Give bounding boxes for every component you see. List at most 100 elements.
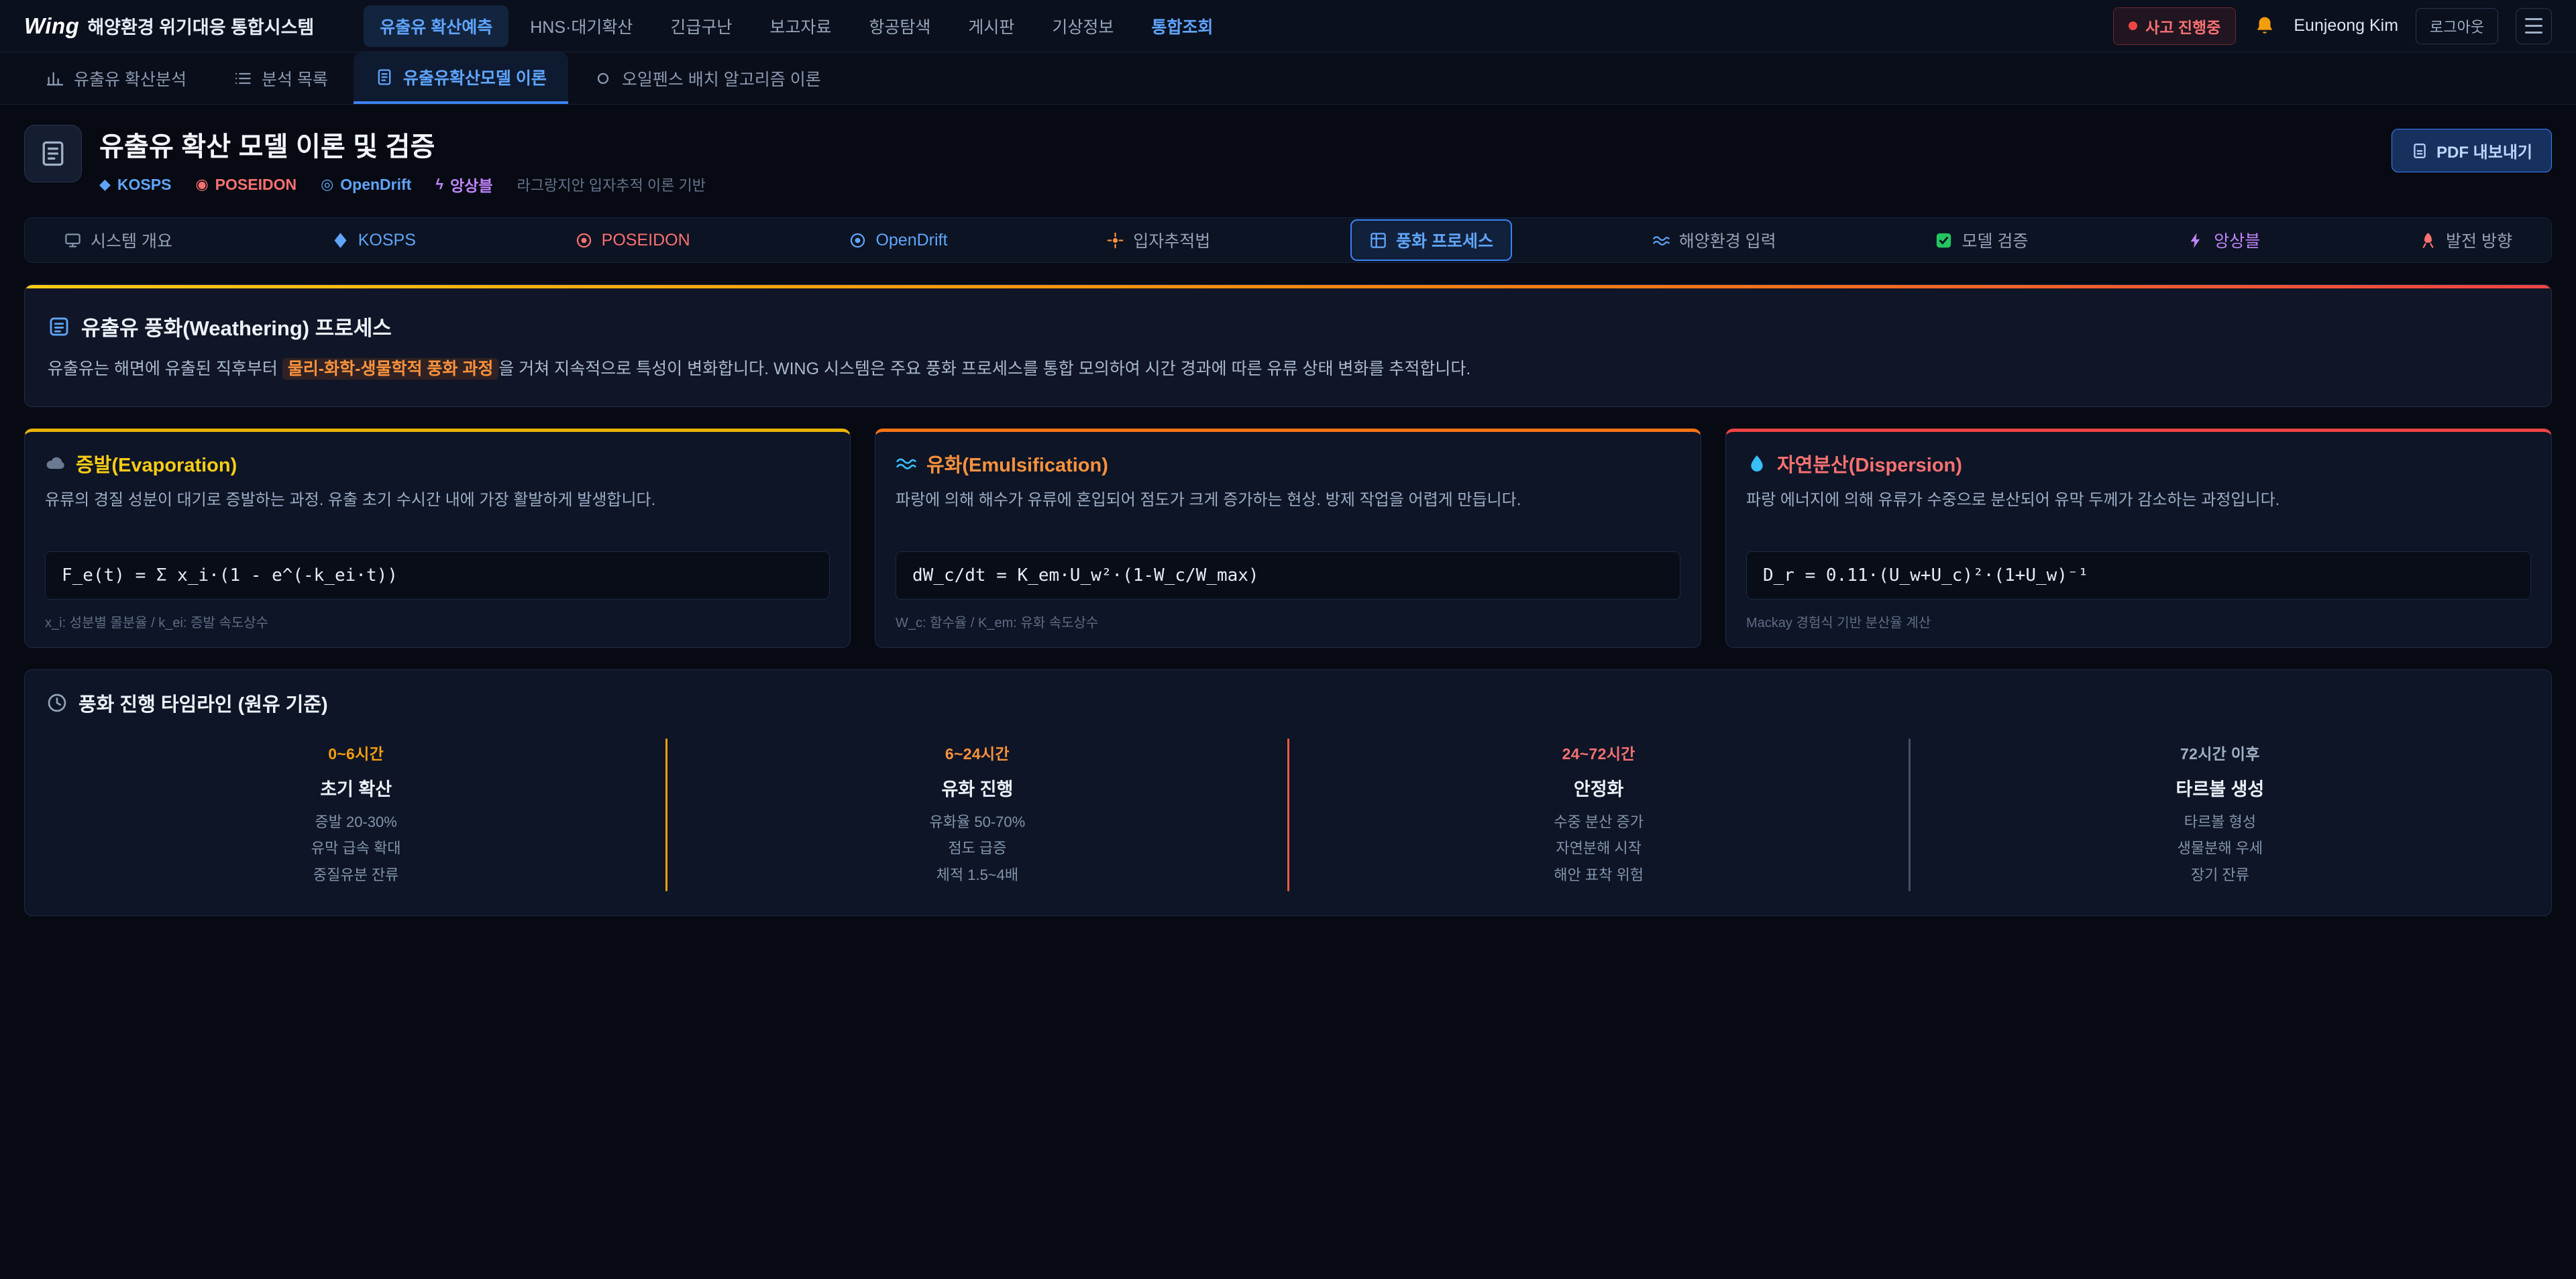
weathering-description: 유출유는 해면에 유출된 직후부터 물리-화학-생물학적 풍화 과정을 거쳐 지… [48, 356, 2528, 382]
tab-opendrift[interactable]: OpenDrift [830, 222, 966, 259]
list-icon [233, 69, 252, 88]
circle-dot-icon [575, 231, 593, 249]
particle-target-icon [1106, 231, 1124, 249]
nav-item-board[interactable]: 게시판 [952, 5, 1030, 47]
timeline-phase-item: 생물분해 우세 [1919, 835, 2522, 862]
page-title-block: 유출유 확산 모델 이론 및 검증 ◆ KOSPS ◉ POSEIDON ◎ O… [99, 125, 706, 196]
page-title: 유출유 확산 모델 이론 및 검증 [99, 125, 706, 164]
process-card-note: x_i: 성분별 몰분율 / k_ei: 증발 속도상수 [45, 612, 830, 631]
weathering-section-title-row: 유출유 풍화(Weathering) 프로세스 [48, 311, 2528, 341]
tab-marine-environment-input[interactable]: 해양환경 입력 [1633, 219, 1795, 261]
notification-bell-button[interactable] [2253, 15, 2276, 38]
timeline-phase-initial-spread: 0~6시간 초기 확산 증발 20-30% 유막 급속 확대 중질유분 잔류 [46, 737, 665, 893]
main-content: 유출유 확산 모델 이론 및 검증 ◆ KOSPS ◉ POSEIDON ◎ O… [0, 105, 2576, 916]
process-card-note: Mackay 경험식 기반 분산율 계산 [1746, 612, 2531, 631]
hamburger-menu-button[interactable] [2516, 8, 2552, 44]
timeline-phase-name: 타르볼 생성 [1919, 775, 2522, 801]
tab-system-overview[interactable]: 시스템 개요 [45, 219, 191, 261]
nav-item-hns-air-diffusion[interactable]: HNS·대기확산 [514, 5, 649, 47]
page-subtitle: 라그랑지안 입자추적 이론 기반 [517, 174, 705, 195]
subtab-oil-fence-algorithm[interactable]: 오일펜스 배치 알고리즘 이론 [572, 52, 843, 104]
sub-tab-bar: 유출유 확산분석 분석 목록 유출유확산모델 이론 오일펜스 배치 알고리즘 이… [0, 52, 2576, 105]
chart-icon [46, 69, 64, 88]
timeline-phase-emulsification: 6~24시간 유화 진행 유화율 50-70% 점도 급증 체적 1.5~4배 [667, 737, 1287, 893]
check-square-icon [1935, 231, 1953, 249]
timeline-phase-item: 수중 분산 증가 [1297, 809, 1900, 836]
document-icon [38, 139, 68, 168]
rocket-icon [2419, 231, 2437, 249]
nav-item-integrated-search[interactable]: 통합조회 [1135, 5, 1229, 47]
tab-particle-tracking[interactable]: 입자추적법 [1087, 219, 1229, 261]
book-icon [375, 68, 394, 87]
timeline-phase-item: 자연분해 시작 [1297, 835, 1900, 862]
diamond-icon [331, 231, 350, 249]
weathering-section-title: 유출유 풍화(Weathering) 프로세스 [81, 311, 392, 341]
timeline-phase-item: 중질유분 잔류 [54, 862, 657, 889]
tab-label: 풍화 프로세스 [1396, 228, 1493, 252]
model-badge-row: ◆ KOSPS ◉ POSEIDON ◎ OpenDrift ϟ 앙상블 라그랑… [99, 173, 706, 196]
incident-status-badge[interactable]: 사고 진행중 [2113, 7, 2236, 45]
user-name[interactable]: Eunjeong Kim [2294, 16, 2398, 36]
subtab-model-theory[interactable]: 유출유확산모델 이론 [354, 52, 568, 104]
nav-item-reports[interactable]: 보고자료 [753, 5, 847, 47]
process-card-desc: 유류의 경질 성분이 대기로 증발하는 과정. 유출 초기 수시간 내에 가장 … [45, 488, 830, 538]
subtab-spill-analysis[interactable]: 유출유 확산분석 [24, 52, 208, 104]
tab-label: POSEIDON [602, 231, 690, 250]
subtab-label: 유출유확산모델 이론 [403, 65, 547, 89]
logout-button[interactable]: 로그아웃 [2416, 8, 2498, 44]
badge-kosps: ◆ KOSPS [99, 176, 171, 194]
timeline-phase-time: 24~72시간 [1297, 741, 1900, 764]
tab-ensemble[interactable]: 앙상블 [2168, 219, 2279, 261]
tab-poseidon[interactable]: POSEIDON [556, 222, 709, 259]
process-card-title: 증발(Evaporation) [76, 449, 237, 478]
subtab-analysis-list[interactable]: 분석 목록 [212, 52, 350, 104]
nav-item-oil-spill-prediction[interactable]: 유출유 확산예측 [364, 5, 508, 47]
pdf-icon [2411, 142, 2428, 160]
tab-label: 해양환경 입력 [1679, 228, 1776, 252]
grid-chart-icon [1369, 231, 1387, 249]
droplet-icon [1746, 453, 1768, 474]
process-card-emulsification: 유화(Emulsification) 파랑에 의해 해수가 유류에 혼입되어 점… [875, 429, 1701, 648]
wave-icon [1652, 231, 1670, 249]
timeline-phase-item: 체적 1.5~4배 [676, 862, 1279, 889]
tab-label: 시스템 개요 [91, 228, 172, 252]
logo-wing-text: Wing [24, 13, 79, 39]
app-logo: Wing 해양환경 위기대응 통합시스템 [24, 13, 314, 39]
pdf-export-button[interactable]: PDF 내보내기 [2392, 129, 2552, 172]
topbar: Wing 해양환경 위기대응 통합시스템 유출유 확산예측 HNS·대기확산 긴… [0, 0, 2576, 52]
badge-label: KOSPS [117, 176, 172, 194]
process-card-title: 유화(Emulsification) [926, 449, 1108, 478]
clock-icon [46, 692, 68, 714]
badge-label: 앙상블 [450, 173, 492, 196]
process-card-title-row: 증발(Evaporation) [45, 449, 830, 478]
tab-future-direction[interactable]: 발전 방향 [2400, 219, 2531, 261]
badge-label: POSEIDON [215, 176, 297, 194]
timeline-phase-item: 유막 급속 확대 [54, 835, 657, 862]
desc-after: 을 거쳐 지속적으로 특성이 변화합니다. WING 시스템은 주요 풍화 프로… [498, 359, 1470, 378]
nav-item-aerial-search[interactable]: 항공탐색 [853, 5, 947, 47]
incident-badge-label: 사고 진행중 [2145, 15, 2220, 38]
timeline-phase-item: 유화율 50-70% [676, 809, 1279, 836]
process-card-title-row: 유화(Emulsification) [896, 449, 1680, 478]
nav-item-weather-info[interactable]: 기상정보 [1036, 5, 1130, 47]
tab-kosps[interactable]: KOSPS [313, 222, 435, 259]
tab-weathering-process[interactable]: 풍화 프로세스 [1350, 219, 1512, 261]
tab-model-validation[interactable]: 모델 검증 [1916, 219, 2047, 261]
tab-label: 발전 방향 [2446, 228, 2512, 252]
tab-label: 입자추적법 [1133, 228, 1210, 252]
pdf-button-label: PDF 내보내기 [2436, 139, 2532, 162]
nav-item-emergency-rescue[interactable]: 긴급구난 [654, 5, 748, 47]
process-card-title-row: 자연분산(Dispersion) [1746, 449, 2531, 478]
emulsification-formula: dW_c/dt = K_em·U_w²·(1-W_c/W_max) [896, 551, 1680, 600]
alert-dot-icon [2129, 21, 2137, 30]
lightning-icon [2187, 231, 2205, 249]
bolt-icon: ϟ [435, 176, 443, 193]
timeline-phase-item: 증발 20-30% [54, 809, 657, 836]
document-lines-icon [48, 315, 70, 338]
timeline-phase-tarball: 72시간 이후 타르볼 생성 타르볼 형성 생물분해 우세 장기 잔류 [1911, 737, 2530, 893]
badge-poseidon: ◉ POSEIDON [195, 176, 297, 194]
cloud-icon [45, 453, 66, 474]
weathering-intro-card: 유출유 풍화(Weathering) 프로세스 유출유는 해면에 유출된 직후부… [24, 284, 2552, 407]
badge-label: OpenDrift [340, 176, 411, 194]
page-icon-box [24, 125, 82, 182]
